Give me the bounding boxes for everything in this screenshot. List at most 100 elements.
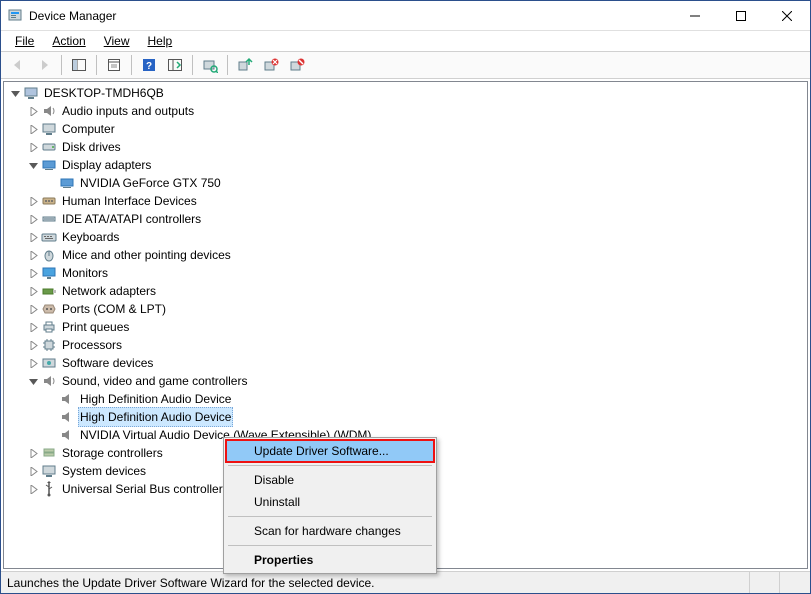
menu-properties[interactable]: Properties [226,549,434,571]
node-label: NVIDIA GeForce GTX 750 [78,174,223,192]
expand-toggle[interactable] [26,248,40,262]
expand-toggle[interactable] [26,122,40,136]
monitor-icon [41,265,57,281]
node-label: Disk drives [60,138,123,156]
toolbar-disable-button[interactable] [285,53,309,77]
menu-action[interactable]: Action [44,33,93,49]
expand-toggle[interactable] [26,464,40,478]
menu-scan-hardware[interactable]: Scan for hardware changes [226,520,434,542]
toolbar-update-driver-button[interactable] [233,53,257,77]
tree-node-hid[interactable]: Human Interface Devices [4,192,807,210]
tree-node-ports[interactable]: Ports (COM & LPT) [4,300,807,318]
system-icon [41,463,57,479]
tree-node-processors[interactable]: Processors [4,336,807,354]
expand-toggle[interactable] [26,140,40,154]
toolbar-show-hide-tree-button[interactable] [67,53,91,77]
computer-icon [23,85,39,101]
expand-toggle[interactable] [26,320,40,334]
menu-item-label: Scan for hardware changes [254,524,401,538]
expand-toggle[interactable] [26,284,40,298]
tree-node-computer[interactable]: Computer [4,120,807,138]
toolbar-properties-button[interactable] [102,53,126,77]
speaker-icon [41,373,57,389]
expand-toggle[interactable] [26,374,40,388]
mouse-icon [41,247,57,263]
menu-view[interactable]: View [96,33,138,49]
menu-item-label: Update Driver Software... [254,444,389,458]
display-adapter-icon [59,175,75,191]
tree-node-audio-io[interactable]: Audio inputs and outputs [4,102,807,120]
expand-toggle[interactable] [8,86,22,100]
toolbar-back-button[interactable] [6,53,30,77]
expand-toggle[interactable] [26,338,40,352]
storage-icon [41,445,57,461]
menubar: File Action View Help [1,31,810,51]
menu-item-label: Uninstall [254,495,300,509]
keyboard-icon [41,229,57,245]
menu-separator [228,465,432,466]
expand-toggle[interactable] [26,356,40,370]
computer-icon [41,121,57,137]
toolbar-help-button[interactable]: ? [137,53,161,77]
device-manager-window: Device Manager File Action View Help [0,0,811,594]
minimize-button[interactable] [672,1,718,31]
tree-node-keyboards[interactable]: Keyboards [4,228,807,246]
speaker-icon [59,391,75,407]
expand-toggle[interactable] [26,230,40,244]
expand-toggle[interactable] [26,302,40,316]
tree-node-sound[interactable]: Sound, video and game controllers [4,372,807,390]
tree-node-software[interactable]: Software devices [4,354,807,372]
expand-toggle[interactable] [26,446,40,460]
hid-icon [41,193,57,209]
menu-update-driver[interactable]: Update Driver Software... [226,440,434,462]
tree-node-hda2-selected[interactable]: High Definition Audio Device [4,408,807,426]
toolbar-uninstall-button[interactable] [259,53,283,77]
expand-toggle[interactable] [26,158,40,172]
toolbar-separator [131,55,132,75]
node-label: Software devices [60,354,155,372]
tree-node-disk[interactable]: Disk drives [4,138,807,156]
tree-node-root[interactable]: DESKTOP-TMDH6QB [4,84,807,102]
tree-node-network[interactable]: Network adapters [4,282,807,300]
software-icon [41,355,57,371]
node-label: Network adapters [60,282,158,300]
speaker-icon [41,103,57,119]
menu-separator [228,545,432,546]
menu-file[interactable]: File [7,33,42,49]
toolbar-forward-button[interactable] [32,53,56,77]
node-label: Print queues [60,318,131,336]
node-label: Monitors [60,264,110,282]
menu-help[interactable]: Help [140,33,181,49]
node-label: IDE ATA/ATAPI controllers [60,210,203,228]
node-label: Computer [60,120,117,138]
maximize-button[interactable] [718,1,764,31]
tree-node-monitors[interactable]: Monitors [4,264,807,282]
node-label: Mice and other pointing devices [60,246,233,264]
context-menu: Update Driver Software... Disable Uninst… [223,437,437,574]
tree-node-mice[interactable]: Mice and other pointing devices [4,246,807,264]
node-label: Ports (COM & LPT) [60,300,168,318]
expand-toggle[interactable] [26,194,40,208]
tree-node-printq[interactable]: Print queues [4,318,807,336]
menu-uninstall[interactable]: Uninstall [226,491,434,513]
expand-toggle[interactable] [26,212,40,226]
toolbar-separator [96,55,97,75]
expand-toggle[interactable] [26,266,40,280]
expand-toggle[interactable] [26,104,40,118]
menu-disable[interactable]: Disable [226,469,434,491]
device-tree: DESKTOP-TMDH6QB Audio inputs and outputs… [4,84,807,498]
tree-node-hda1[interactable]: High Definition Audio Device [4,390,807,408]
tree-node-display[interactable]: Display adapters [4,156,807,174]
speaker-icon [59,427,75,443]
cpu-icon [41,337,57,353]
toolbar-action-button[interactable] [163,53,187,77]
tree-node-ide[interactable]: IDE ATA/ATAPI controllers [4,210,807,228]
node-label: DESKTOP-TMDH6QB [42,84,166,102]
close-button[interactable] [764,1,810,31]
tree-node-gpu[interactable]: NVIDIA GeForce GTX 750 [4,174,807,192]
menu-item-label: Properties [254,553,313,567]
toolbar-scan-hardware-button[interactable] [198,53,222,77]
expand-toggle[interactable] [26,482,40,496]
node-label: Universal Serial Bus controllers [60,480,231,498]
window-title: Device Manager [29,9,116,23]
